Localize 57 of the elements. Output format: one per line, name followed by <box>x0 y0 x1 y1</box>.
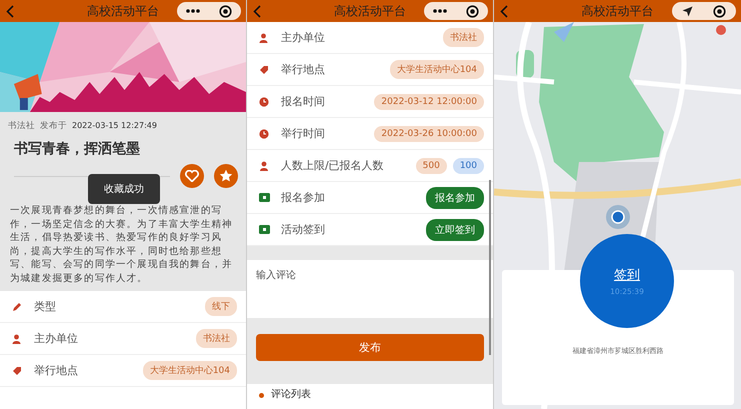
row-label: 报名参加 <box>281 190 325 205</box>
published-label: 发布于 <box>40 120 67 132</box>
info-tag: 线下 <box>205 297 237 316</box>
page-title: 高校活动平台 <box>87 4 159 18</box>
info-tag: 2022-03-12 12:00:00 <box>374 94 484 110</box>
author-name: 书法社 <box>8 120 35 132</box>
row-label: 举行地点 <box>34 363 78 378</box>
row-label: 活动签到 <box>281 222 325 237</box>
count-tag: 500 <box>416 158 447 174</box>
info-tag: 大学生活动中心104 <box>390 60 484 79</box>
published-time: 2022-03-15 12:27:49 <box>72 121 157 130</box>
page-title: 高校活动平台 <box>582 4 654 18</box>
like-button[interactable] <box>180 164 204 188</box>
clock-icon <box>259 96 269 106</box>
activity-title: 书写青春，挥洒笔墨 <box>14 140 141 158</box>
bullet-icon <box>259 393 264 398</box>
row-label: 举行地点 <box>281 62 325 77</box>
person-icon <box>12 334 22 344</box>
person-icon <box>259 160 269 170</box>
tag-icon <box>12 366 22 376</box>
publish-button[interactable]: 发布 <box>256 334 484 361</box>
more-icon[interactable] <box>433 9 448 13</box>
section-title: 评论列表 <box>271 388 311 401</box>
ticket-icon <box>259 193 270 202</box>
toast-message: 收藏成功 <box>88 174 160 204</box>
location-arrow-icon[interactable] <box>682 6 693 16</box>
back-icon[interactable] <box>6 4 14 18</box>
info-tag: 书法社 <box>196 329 237 348</box>
heart-icon <box>185 170 199 182</box>
pencil-icon <box>12 302 22 312</box>
row-label: 主办单位 <box>34 331 78 346</box>
target-icon[interactable] <box>218 4 232 18</box>
target-icon[interactable] <box>713 4 726 18</box>
row-label: 类型 <box>34 299 56 314</box>
more-icon[interactable] <box>186 9 200 13</box>
tag-icon <box>259 64 269 74</box>
target-icon[interactable] <box>466 4 479 18</box>
back-icon[interactable] <box>253 4 261 18</box>
star-icon <box>219 169 233 183</box>
count-tag: 100 <box>452 158 484 174</box>
activity-description: 一次展现青春梦想的舞台，一次情感宣泄的写作，一场坚定信念的大赛。为了丰富大学生精神生活，倡导热爱读书、热爱写作的良好学习风尚，提高大学生的写作水平，同时也给那些想写、能写、会写的同学一个展现自我的舞台，并为城建发掘更多的写作人才。 <box>10 204 234 285</box>
check-in-button[interactable]: 立即签到 <box>426 218 484 240</box>
info-tag: 2022-03-26 10:00:00 <box>374 126 484 142</box>
page-title: 高校活动平台 <box>334 4 406 18</box>
info-tag: 书法社 <box>443 28 484 47</box>
comment-field[interactable]: 输入评论 <box>247 260 493 318</box>
ticket-icon <box>259 225 270 234</box>
row-label: 举行时间 <box>281 126 325 141</box>
row-label: 主办单位 <box>281 30 325 45</box>
row-label: 人数上限/已报名人数 <box>281 158 384 173</box>
person-icon <box>259 32 269 42</box>
info-tag: 大学生活动中心104 <box>142 361 237 380</box>
sign-up-button[interactable]: 报名参加 <box>426 186 484 208</box>
back-icon[interactable] <box>500 4 508 18</box>
clock-icon <box>259 128 269 138</box>
row-label: 报名时间 <box>281 94 325 109</box>
favorite-button[interactable] <box>214 164 238 188</box>
